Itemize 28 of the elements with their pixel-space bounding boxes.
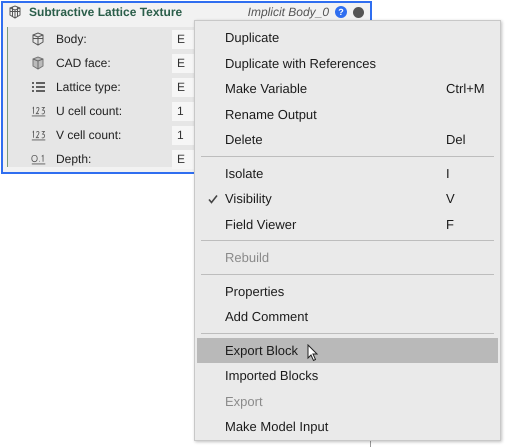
field-label: Depth: (56, 152, 92, 166)
menu-item[interactable]: Make Variable Ctrl+M (197, 76, 498, 102)
cube-icon (30, 55, 46, 71)
field-label: Lattice type: (56, 80, 122, 94)
help-icon[interactable]: ? (335, 6, 347, 18)
menu-item[interactable]: Rename Output (197, 102, 498, 127)
menu-item[interactable]: Properties (197, 278, 498, 304)
menu-item[interactable]: Add Comment (197, 304, 498, 330)
field-label: CAD face: (56, 56, 112, 70)
menu-item[interactable]: Isolate I (197, 160, 498, 186)
menu-item[interactable]: Duplicate with References (197, 50, 498, 76)
field-label: Body: (56, 32, 88, 46)
menu-item[interactable]: Visibility V (197, 186, 498, 212)
mouse-pointer-icon (307, 344, 319, 362)
menu-item[interactable]: Export Block (197, 338, 498, 363)
menu-item[interactable]: Duplicate (197, 25, 498, 50)
menu-item[interactable]: Field Viewer F (197, 212, 498, 237)
menu-item[interactable]: Imported Blocks (197, 363, 498, 388)
output-name[interactable]: Implicit Body_0 (248, 5, 329, 19)
status-dot (353, 6, 364, 18)
list-icon (30, 79, 46, 95)
block-title: Subtractive Lattice Texture (29, 5, 184, 19)
field-label: V cell count: (56, 128, 122, 142)
menu-item[interactable]: Make Model Input (197, 414, 498, 440)
menu-item[interactable]: Delete Del (197, 127, 498, 152)
field-label: U cell count: (56, 104, 124, 118)
lattice-cube-icon (7, 4, 23, 20)
lattice-cube-icon (30, 31, 46, 47)
